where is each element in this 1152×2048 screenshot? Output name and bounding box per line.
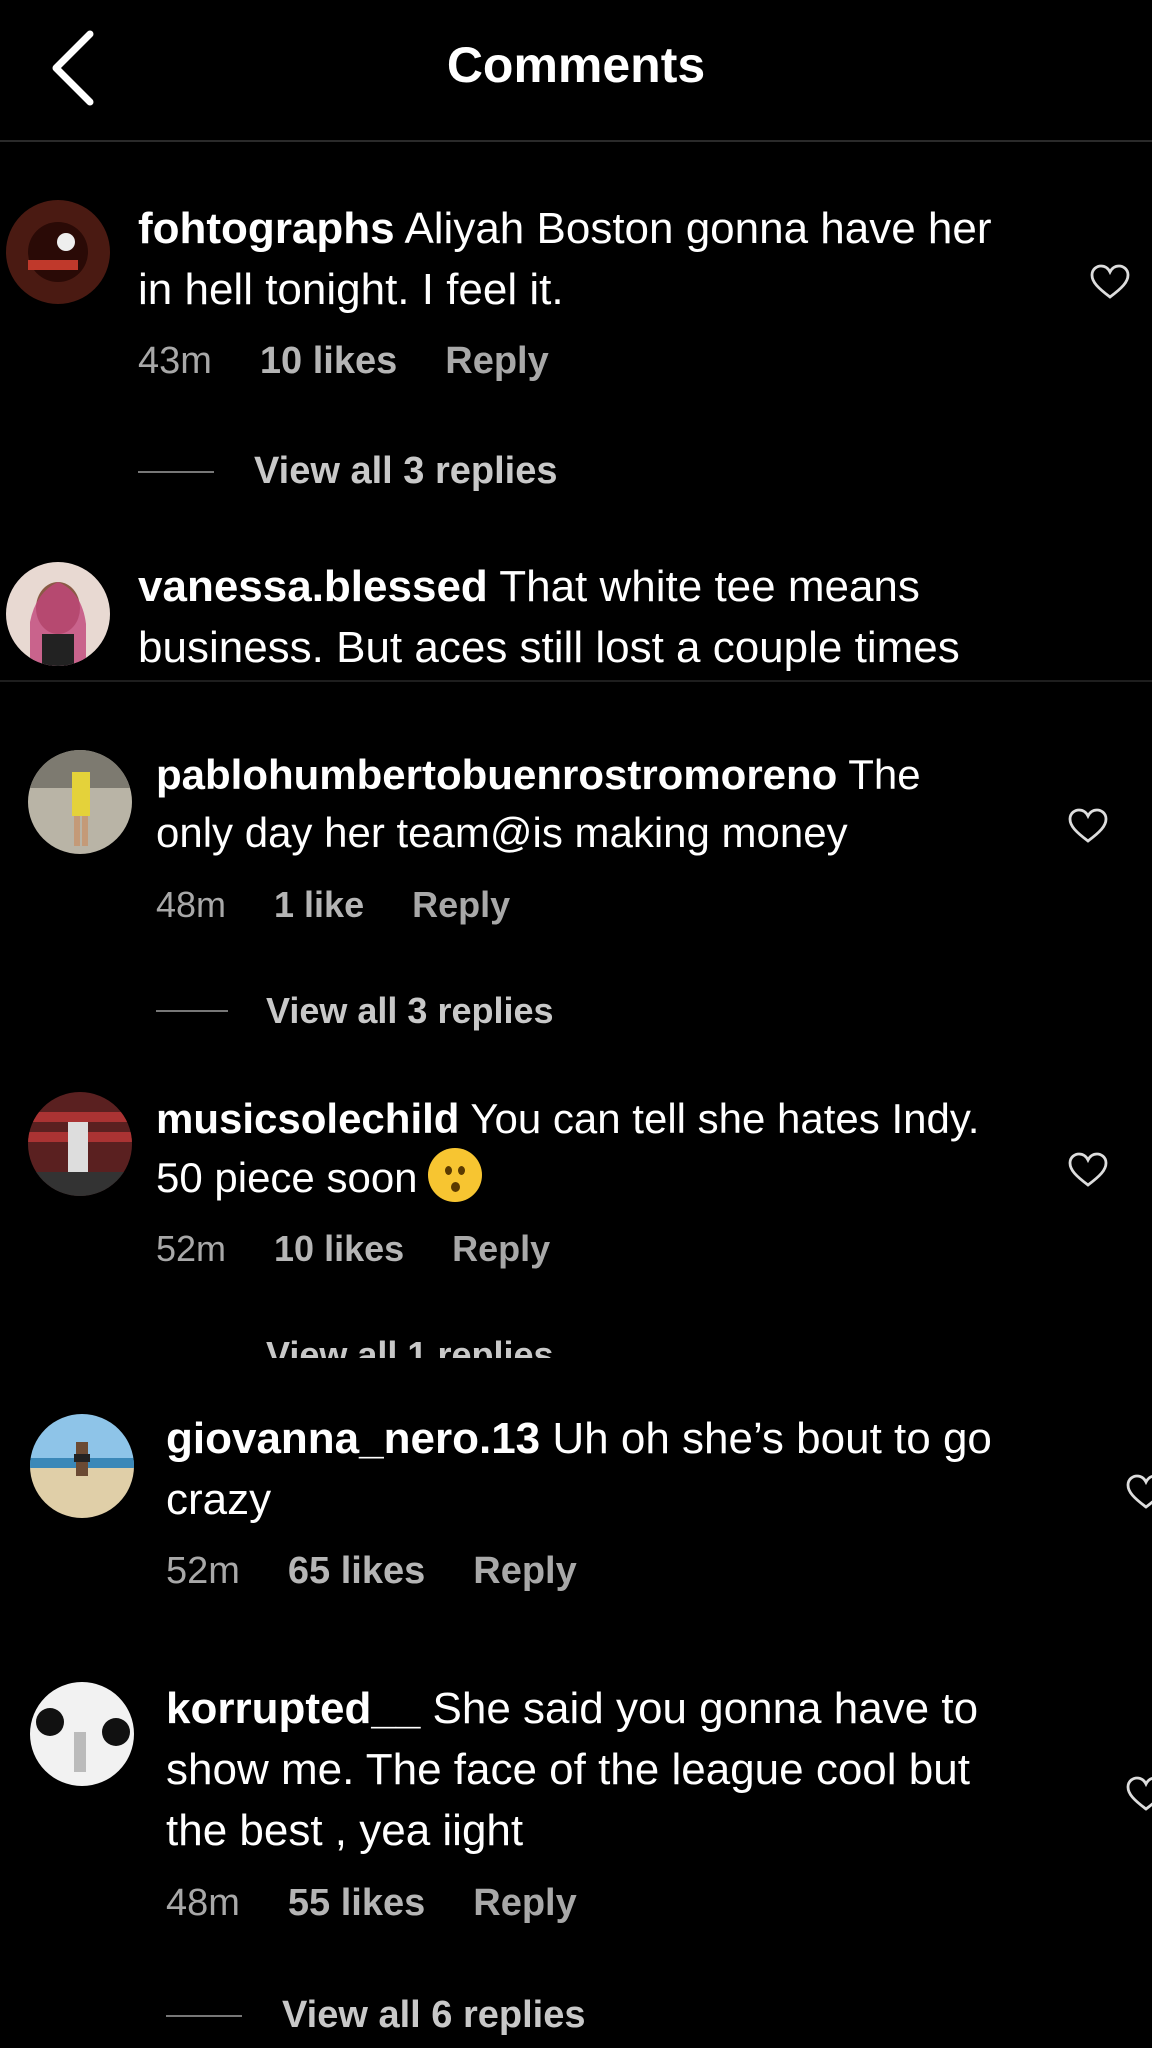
avatar[interactable] [6, 200, 110, 304]
comment-time: 48m [166, 1882, 240, 1924]
section-divider [0, 680, 1152, 682]
comment-username[interactable]: giovanna_nero.13 [166, 1414, 540, 1463]
view-replies-button[interactable]: View all 3 replies [156, 990, 554, 1032]
comment-meta: 48m 1 like Reply [156, 884, 558, 926]
reply-button[interactable]: Reply [445, 340, 548, 383]
comment-meta: 52m 65 likes Reply [166, 1550, 625, 1593]
header-bar: Comments [0, 0, 1152, 142]
avatar[interactable] [28, 1092, 132, 1196]
comment-likes[interactable]: 65 likes [288, 1550, 425, 1593]
view-replies-button[interactable]: View all 1 replies [156, 1334, 554, 1358]
replies-line [156, 1010, 228, 1012]
comment-username[interactable]: korrupted__ [166, 1684, 420, 1733]
reply-button[interactable]: Reply [473, 1550, 576, 1593]
like-heart-icon[interactable] [1090, 264, 1130, 300]
comment-meta: 52m 10 likes Reply [156, 1228, 598, 1270]
comment-time: 52m [166, 1550, 240, 1592]
comment-time: 48m [156, 884, 227, 925]
avatar[interactable] [30, 1682, 134, 1786]
replies-line [166, 2014, 242, 2017]
like-heart-icon[interactable] [1068, 1152, 1108, 1188]
comment-time: 43m [138, 340, 212, 382]
reply-button[interactable]: Reply [412, 884, 510, 926]
comment-likes[interactable]: 55 likes [288, 1882, 425, 1925]
comment-username[interactable]: vanessa.blessed [138, 562, 488, 611]
comment-username[interactable]: pablohumbertobuenrostromoreno [156, 751, 837, 798]
comment-time: 52m [156, 1228, 227, 1269]
reply-button[interactable]: Reply [452, 1228, 550, 1270]
avatar[interactable] [30, 1414, 134, 1518]
comment-username[interactable]: fohtographs [138, 204, 395, 253]
comment-meta: 48m 55 likes Reply [166, 1882, 625, 1925]
replies-line [138, 470, 214, 473]
reply-button[interactable]: Reply [473, 1882, 576, 1925]
comment-username[interactable]: musicsolechild [156, 1095, 459, 1142]
comment-likes[interactable]: 10 likes [260, 340, 397, 383]
page-title: Comments [446, 37, 706, 93]
comment-text: vanessa.blessed That white tee means bus… [138, 562, 960, 672]
comment-text: pablohumbertobuenrostromoreno The only d… [156, 751, 921, 856]
comment-text: giovanna_nero.13 Uh oh she’s bout to go … [166, 1414, 992, 1524]
comment-likes[interactable]: 1 like [274, 884, 364, 926]
like-heart-icon[interactable] [1126, 1474, 1152, 1510]
like-heart-icon[interactable] [1068, 808, 1108, 844]
replies-clip: View all 1 replies [0, 1330, 1152, 1358]
avatar[interactable] [6, 562, 110, 666]
hushed-face-emoji-icon [427, 1148, 482, 1202]
comment-likes[interactable]: 10 likes [274, 1228, 404, 1270]
comment-meta: 43m 10 likes Reply [138, 340, 597, 383]
comment-text: korrupted__ She said you gonna have to s… [166, 1684, 979, 1855]
like-heart-icon[interactable] [1126, 1776, 1152, 1812]
avatar[interactable] [28, 750, 132, 854]
view-replies-button[interactable]: View all 3 replies [138, 450, 557, 493]
comment-text: musicsolechild You can tell she hates In… [156, 1095, 980, 1202]
comment-text: fohtographs Aliyah Boston gonna have her… [138, 204, 992, 314]
view-replies-button[interactable]: View all 6 replies [166, 1994, 585, 2037]
